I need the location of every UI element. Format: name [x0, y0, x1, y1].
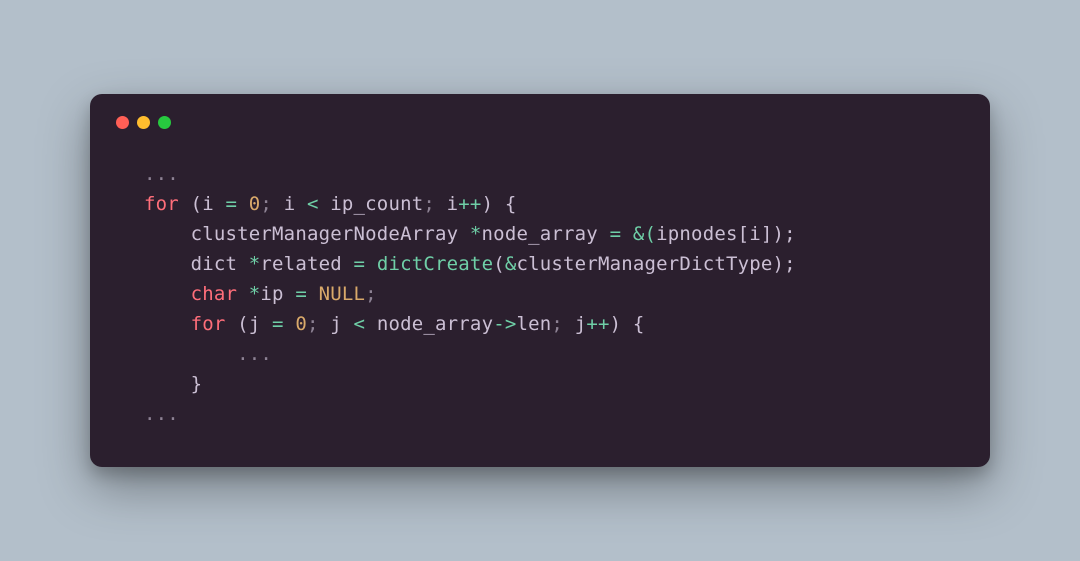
bracket-close: ]);	[761, 223, 796, 245]
arg-name: clusterManagerDictType	[516, 253, 772, 275]
num-zero: 0	[295, 313, 307, 335]
op-star: *	[470, 223, 482, 245]
brace-close: }	[191, 373, 203, 395]
type-char: char	[191, 283, 238, 305]
paren-brace: ) {	[610, 313, 645, 335]
bracket: [	[738, 223, 750, 245]
op-eq: =	[342, 253, 377, 275]
var-i: i	[284, 193, 296, 215]
fn-dictcreate: dictCreate	[377, 253, 493, 275]
addr-of: &(	[633, 223, 656, 245]
op-star: *	[249, 283, 261, 305]
var-ipcount: ip_count	[330, 193, 423, 215]
close-icon[interactable]	[116, 116, 129, 129]
semi: ;	[551, 313, 574, 335]
op-inc: ++	[586, 313, 609, 335]
semi: ;	[307, 313, 330, 335]
const-null: NULL	[319, 283, 366, 305]
code-window: ... for (i = 0; i < ip_count; i++) { clu…	[90, 94, 990, 467]
ellipsis: ...	[237, 343, 272, 365]
op-star: *	[249, 253, 261, 275]
op-lt: <	[342, 313, 377, 335]
paren: (	[225, 313, 248, 335]
op-eq: =	[272, 313, 284, 335]
semi: ;	[260, 193, 283, 215]
paren: (	[493, 253, 505, 275]
keyword-for: for	[144, 193, 179, 215]
var-j: j	[330, 313, 342, 335]
paren-close: );	[773, 253, 796, 275]
var-j: j	[575, 313, 587, 335]
minimize-icon[interactable]	[137, 116, 150, 129]
op-eq: =	[598, 223, 633, 245]
num-zero: 0	[249, 193, 261, 215]
var-j: j	[249, 313, 261, 335]
semi: ;	[365, 283, 377, 305]
window-titlebar	[116, 116, 964, 129]
var-i: i	[749, 223, 761, 245]
ellipsis: ...	[144, 403, 179, 425]
var-nodearray: node_array	[482, 223, 598, 245]
keyword-for: for	[191, 313, 226, 335]
var-ip: ip	[260, 283, 283, 305]
type-name: clusterManagerNodeArray	[191, 223, 459, 245]
ellipsis: ...	[144, 163, 179, 185]
var-i: i	[447, 193, 459, 215]
op-amp: &	[505, 253, 517, 275]
op-eq: =	[225, 193, 237, 215]
op-inc: ++	[458, 193, 481, 215]
type-dict: dict	[191, 253, 238, 275]
field-len: len	[516, 313, 551, 335]
var-nodearray: node_array	[377, 313, 493, 335]
op-arrow: ->	[493, 313, 516, 335]
paren-brace: ) {	[482, 193, 517, 215]
maximize-icon[interactable]	[158, 116, 171, 129]
paren: (	[179, 193, 202, 215]
var-ipnodes: ipnodes	[656, 223, 737, 245]
code-block: ... for (i = 0; i < ip_count; i++) { clu…	[116, 159, 964, 437]
var-i: i	[202, 193, 214, 215]
op-lt: <	[295, 193, 330, 215]
semi: ;	[423, 193, 446, 215]
op-eq: =	[284, 283, 319, 305]
var-related: related	[260, 253, 341, 275]
